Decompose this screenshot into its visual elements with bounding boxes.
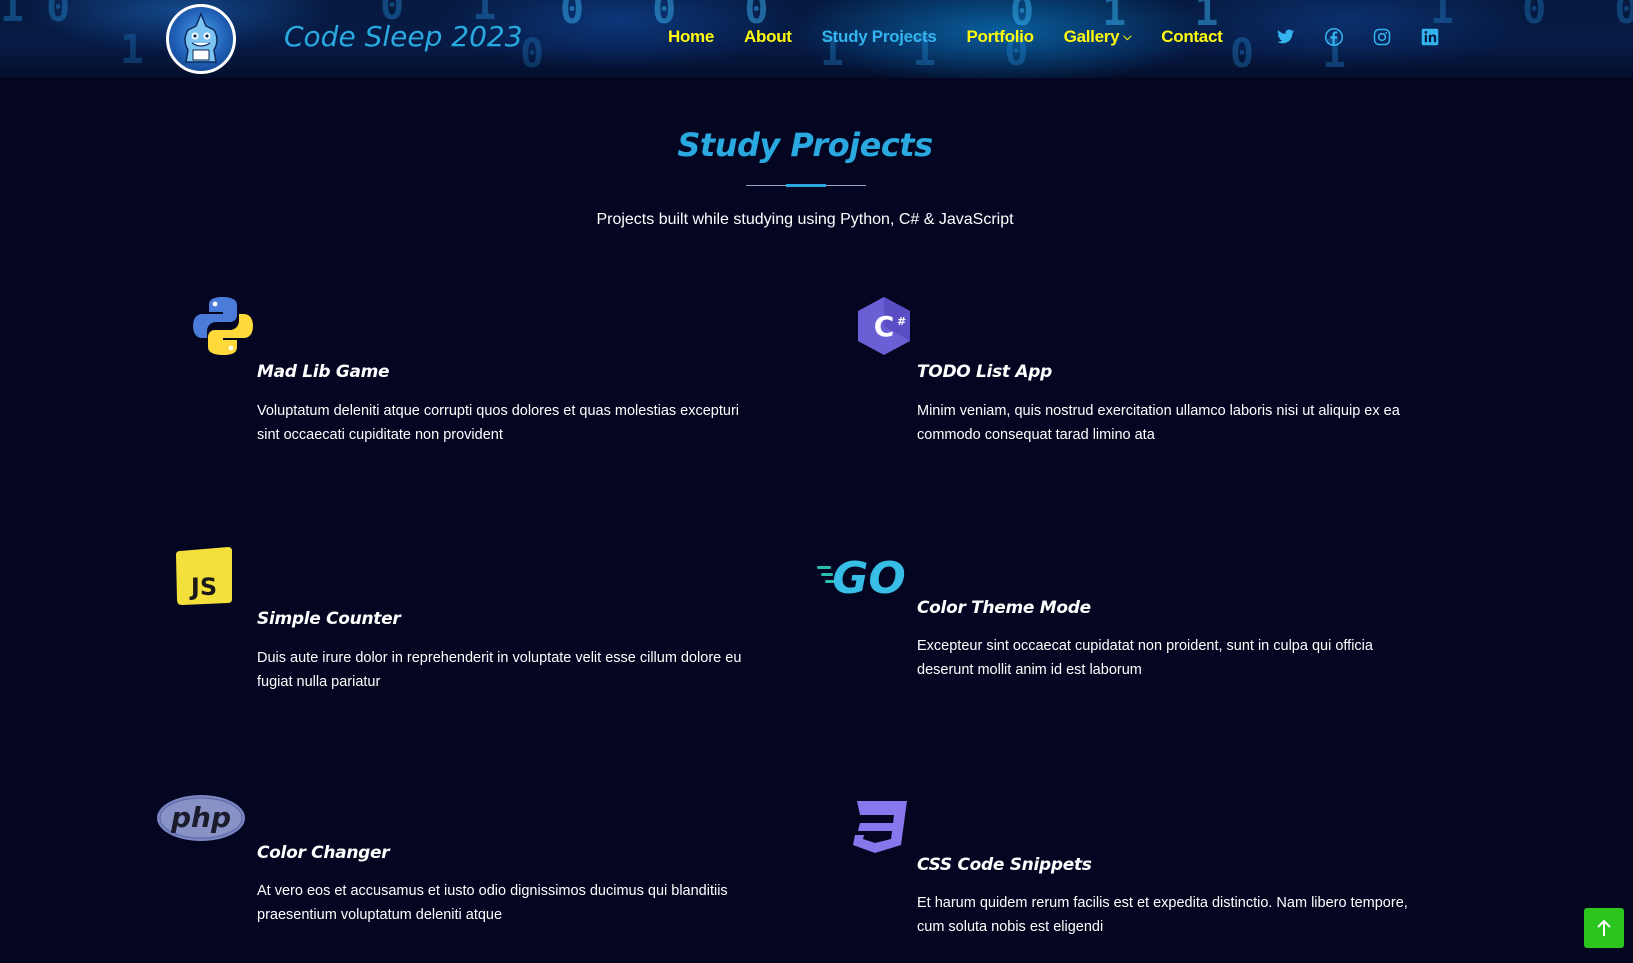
project-title: CSS Code Snippets (917, 855, 1092, 875)
nav-contact[interactable]: Contact (1161, 27, 1222, 47)
nav-gallery[interactable]: Gallery ⌵ (1064, 27, 1132, 47)
project-title: Color Changer (257, 843, 390, 863)
social-links (1275, 26, 1441, 48)
instagram-icon[interactable] (1371, 26, 1393, 48)
nav-study-projects[interactable]: Study Projects (822, 27, 937, 47)
csharp-icon: C # (856, 295, 912, 362)
project-description: Et harum quidem rerum facilis est et exp… (917, 895, 1408, 935)
svg-text:JS: JS (189, 573, 217, 601)
section-subtitle: Projects built while studying using Pyth… (596, 211, 1014, 228)
chevron-down-icon: ⌵ (1123, 30, 1132, 43)
linkedin-icon[interactable] (1419, 26, 1441, 48)
nav-home-label: Home (668, 27, 715, 46)
svg-text:php: php (170, 801, 231, 834)
nav-study-projects-label: Study Projects (821, 27, 937, 46)
project-description: Excepteur sint occaecat cupidatat non pr… (917, 638, 1373, 678)
nav-portfolio-label: Portfolio (966, 27, 1034, 46)
project-title: TODO List App (917, 362, 1052, 382)
go-icon: GO (817, 553, 909, 604)
project-title: Simple Counter (257, 609, 401, 629)
section-title: Study Projects (677, 126, 933, 164)
site-logo[interactable] (166, 4, 236, 74)
project-description: Voluptatum deleniti atque corrupti quos … (257, 403, 740, 443)
facebook-icon[interactable] (1323, 26, 1345, 48)
python-icon (192, 295, 254, 362)
svg-text:GO: GO (832, 553, 906, 597)
project-title: Color Theme Mode (917, 598, 1091, 618)
project-title: Mad Lib Game (257, 362, 390, 382)
project-description: At vero eos et accusamus et iusto odio d… (257, 883, 728, 923)
site-header: 10 1 0 1 0 0 0 0 1 1 0 0 1 1 0 1 1 0 0 C… (0, 0, 1633, 78)
nav-gallery-label: Gallery (1063, 27, 1120, 46)
svg-text:C: C (874, 310, 895, 343)
title-divider-accent (786, 184, 826, 187)
back-to-top-button[interactable] (1584, 908, 1624, 948)
nav-portfolio[interactable]: Portfolio (966, 27, 1033, 47)
twitter-icon[interactable] (1275, 26, 1297, 48)
project-description: Duis aute irure dolor in reprehenderit i… (257, 650, 742, 690)
php-icon: php (156, 794, 246, 847)
shark-mascot-logo (184, 12, 218, 63)
project-description: Minim veniam, quis nostrud exercitation … (917, 403, 1400, 443)
css3-icon (851, 799, 909, 858)
arrow-up-icon (1597, 919, 1611, 936)
svg-text:#: # (897, 315, 906, 328)
nav-about-label: About (744, 27, 792, 46)
nav-about[interactable]: About (744, 27, 792, 47)
nav-contact-label: Contact (1161, 27, 1223, 46)
main-nav: Home About Study Projects Portfolio Gall… (668, 27, 1252, 47)
site-title[interactable]: Code Sleep 2023 (284, 20, 523, 53)
nav-home[interactable]: Home (668, 27, 714, 47)
javascript-icon: JS (174, 545, 234, 612)
